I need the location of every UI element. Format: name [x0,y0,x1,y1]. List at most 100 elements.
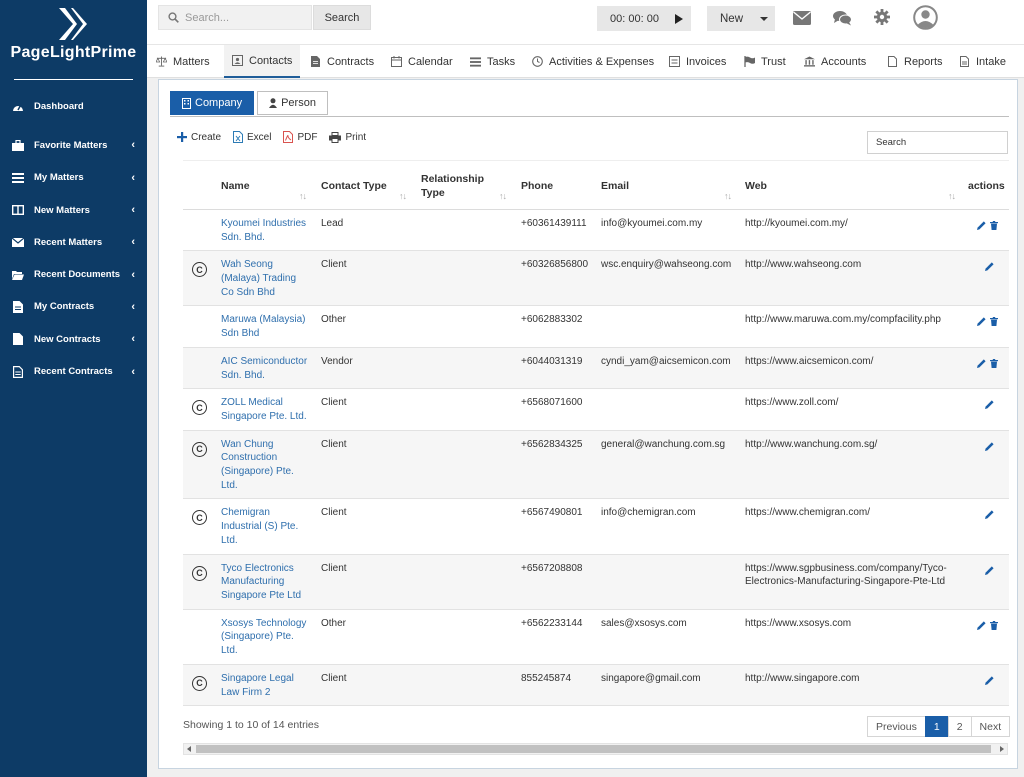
timer-button[interactable]: 00: 00: 00 [597,6,691,31]
tab-accounts[interactable]: Accounts [804,45,866,78]
contact-name-line: Ltd. [221,480,238,492]
contact-name-link[interactable]: Xsosys Technology (Singapore) Pte. Ltd. [221,617,313,658]
header-contact-type[interactable]: Contact Type [321,161,387,211]
contact-name-line: Sdn. Bhd. [221,231,265,243]
tab-company[interactable]: Company [170,91,255,115]
edit-pencil-icon[interactable] [977,359,986,368]
scroll-right-icon[interactable] [1000,746,1004,752]
sort-icon[interactable]: ↑↓ [724,191,732,201]
delete-trash-icon[interactable] [990,221,998,230]
edit-pencil-icon[interactable] [977,317,986,327]
page-2-button[interactable]: 2 [947,716,972,737]
row-actions [973,221,998,230]
edit-pencil-icon[interactable] [985,442,994,451]
header-relationship-type[interactable]: Relationship Type [421,161,484,211]
pdf-button[interactable]: PDF [283,131,317,143]
contact-name-link[interactable]: Maruwa (Malaysia) Sdn Bhd [221,313,313,341]
sidebar-item-favorite-matters[interactable]: Favorite Matters ‹ [0,129,147,161]
table-search-input[interactable]: Search [867,131,1008,154]
edit-pencil-icon[interactable] [977,221,986,230]
header-name[interactable]: Name [221,161,250,211]
search-button[interactable]: Search [313,5,371,30]
print-button[interactable]: Print [329,131,366,143]
tab-calendar[interactable]: Calendar [391,45,453,78]
table-row[interactable]: Maruwa (Malaysia) Sdn Bhd Other +6062883302… [183,306,1009,348]
edit-pencil-icon[interactable] [985,565,994,575]
edit-pencil-icon[interactable] [985,400,994,410]
chevron-left-icon: ‹ [131,300,135,313]
edit-pencil-icon[interactable] [985,676,994,685]
create-button[interactable]: Create [177,132,221,143]
table-row[interactable]: C Tyco Electronics Manufacturing Singapore … [183,554,1009,610]
tab-tasks[interactable]: Tasks [470,45,515,78]
edit-pencil-icon[interactable] [977,621,986,630]
tab-person[interactable]: Person [257,91,328,115]
contact-name-link[interactable]: Wah Seong (Malaya) Trading Co Sdn Bhd [221,258,313,299]
tab-reports[interactable]: Reports [887,45,943,78]
sidebar-item-my-matters[interactable]: My Matters ‹ [0,162,147,194]
table-row[interactable]: C ZOLL Medical Singapore Pte. Ltd. Client +6… [183,389,1009,431]
delete-trash-icon[interactable] [990,620,998,630]
table-row[interactable]: C Wan Chung Construction (Singapore) Pte. Lt… [183,430,1009,500]
sort-icon[interactable]: ↑↓ [499,191,507,201]
contact-name-link[interactable]: Chemigran Industrial (S) Pte. Ltd. [221,506,313,547]
delete-trash-icon[interactable] [990,358,998,368]
gear-icon[interactable] [874,9,890,28]
sidebar-item-dashboard[interactable]: Dashboard [0,90,147,122]
logo[interactable]: PageLightPrime [11,0,136,80]
tab-trust[interactable]: Trust [744,45,786,78]
table-row[interactable]: C Wah Seong (Malaya) Trading Co Sdn Bhd Clie… [183,251,1009,307]
header-web[interactable]: Web [745,161,767,211]
new-dropdown-button[interactable]: New [707,6,775,31]
scroll-left-icon[interactable] [187,746,191,752]
sort-icon[interactable]: ↑↓ [399,191,407,201]
sort-icon[interactable]: ↑↓ [948,191,956,201]
contact-name-line: Maruwa (Malaysia) [221,314,306,326]
horizontal-scrollbar[interactable] [183,743,1008,755]
sidebar-item-recent-matters[interactable]: Recent Matters ‹ [0,226,147,258]
sidebar-item-recent-documents[interactable]: Recent Documents ‹ [0,258,147,290]
table-row[interactable]: Xsosys Technology (Singapore) Pte. Ltd. Oth… [183,610,1009,665]
envelope-icon[interactable] [793,11,811,28]
table-row[interactable]: C Chemigran Industrial (S) Pte. Ltd. Client +… [183,499,1009,555]
tab-activities-expenses[interactable]: Activities & Expenses [532,45,654,78]
contact-name-link[interactable]: Tyco Electronics Manufacturing Singapore P… [221,562,313,603]
header-phone[interactable]: Phone [521,161,553,211]
sidebar-item-my-contracts[interactable]: My Contracts ‹ [0,291,147,323]
table-row[interactable]: AIC Semiconductor Sdn. Bhd. Vendor +6044031… [183,347,1009,390]
phone-cell: +6568071600 [521,397,583,409]
sidebar-item-label: My Matters [34,172,84,184]
tab-contacts[interactable]: Contacts [224,45,301,78]
comments-icon[interactable] [833,10,852,29]
user-avatar-icon[interactable] [913,5,938,33]
contact-name-link[interactable]: ZOLL Medical Singapore Pte. Ltd. [221,396,313,424]
sort-icon[interactable]: ↑↓ [299,191,307,201]
tab-label: Trust [761,55,786,68]
table-row[interactable]: C Singapore Legal Law Firm 2 Client 85524587… [183,664,1009,707]
sidebar-item-new-matters[interactable]: New Matters ‹ [0,194,147,226]
edit-pencil-icon[interactable] [985,510,994,520]
web-cell: https://www.chemigran.com/ [745,506,870,520]
scrollbar-thumb[interactable] [196,745,991,753]
next-page-button[interactable]: Next [970,716,1011,737]
contact-name-link[interactable]: Kyoumei Industries Sdn. Bhd. [221,217,313,245]
page-1-button[interactable]: 1 [924,716,949,737]
contact-name-link[interactable]: Singapore Legal Law Firm 2 [221,672,313,700]
previous-page-button[interactable]: Previous [867,716,926,737]
contact-name-link[interactable]: Wan Chung Construction (Singapore) Pte. Ltd… [221,438,313,493]
table-row[interactable]: Kyoumei Industries Sdn. Bhd. Lead +60361439… [183,210,1009,252]
header-email[interactable]: Email [601,161,629,211]
delete-trash-icon[interactable] [990,317,998,327]
edit-pencil-icon[interactable] [985,262,994,272]
tab-invoices[interactable]: Invoices [669,45,726,78]
excel-button[interactable]: Excel [233,131,271,143]
global-search-input[interactable]: Search... [158,5,312,30]
contact-name-link[interactable]: AIC Semiconductor Sdn. Bhd. [221,355,313,383]
chevron-left-icon: ‹ [131,333,135,346]
tab-matters[interactable]: Matters [156,45,210,78]
contact-name-line: Chemigran [221,507,270,519]
tab-intake[interactable]: Intake [959,45,1006,78]
sidebar-item-new-contracts[interactable]: New Contracts ‹ [0,323,147,355]
tab-contracts[interactable]: Contracts [310,45,374,78]
sidebar-item-recent-contracts[interactable]: Recent Contracts ‹ [0,355,147,387]
